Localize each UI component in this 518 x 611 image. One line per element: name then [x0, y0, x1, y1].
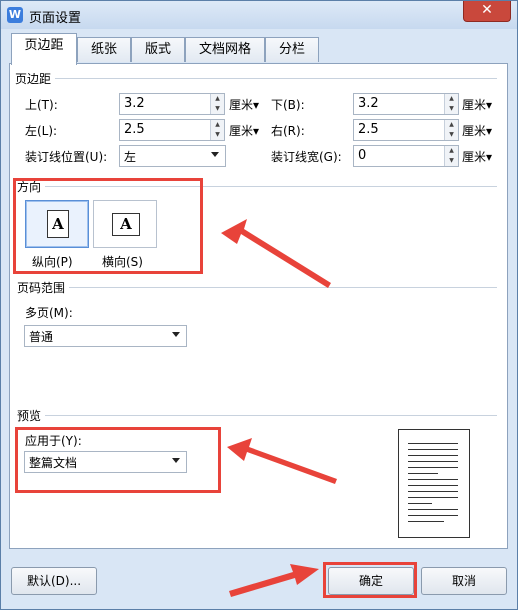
arrow-to-orientation: [221, 219, 331, 288]
arrow-to-apply-to: [227, 438, 337, 484]
tab-margins[interactable]: 页边距: [11, 33, 77, 65]
page-setup-dialog: W 页面设置 ✕ 页边距 纸张 版式 文档网格 分栏 页边距 上(T): 3.2…: [0, 0, 518, 610]
arrow-to-ok: [229, 564, 319, 597]
annotation-arrows: [221, 219, 337, 597]
